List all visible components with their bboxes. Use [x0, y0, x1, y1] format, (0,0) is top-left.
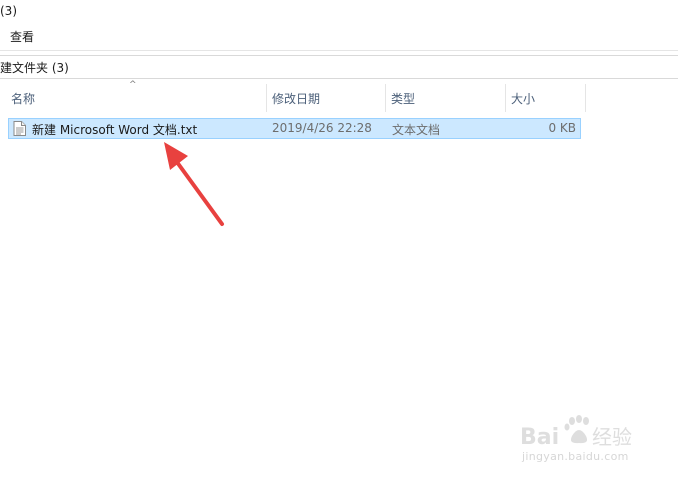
red-arrow-icon [164, 142, 224, 226]
breadcrumb[interactable]: 建文件夹 (3) [0, 59, 69, 76]
file-explorer-window: (3) 查看 建文件夹 (3) ^ 名称 修改日期 类型 大小 新建 Micro… [0, 0, 678, 481]
column-header-label: 修改日期 [272, 91, 321, 106]
file-row[interactable]: 新建 Microsoft Word 文档.txt 2019/4/26 22:28… [8, 118, 581, 139]
column-header-label: 大小 [511, 91, 536, 106]
file-modified-date: 2019/4/26 22:28 [272, 121, 372, 135]
column-header-modified[interactable]: 修改日期 [267, 84, 385, 112]
column-header-size[interactable]: 大小 [506, 84, 585, 112]
column-header-type[interactable]: 类型 [386, 84, 505, 112]
column-divider[interactable] [585, 84, 586, 112]
text-file-icon [13, 121, 26, 136]
column-header-name[interactable]: 名称 [6, 84, 266, 112]
baidu-jingyan-logo: Bai 经验 [520, 415, 632, 450]
tab-view[interactable]: 查看 [10, 28, 34, 45]
column-header-label: 类型 [391, 91, 416, 106]
column-header-label: 名称 [11, 91, 36, 106]
window-title: (3) [0, 4, 17, 18]
file-type: 文本文档 [392, 123, 441, 137]
ribbon-divider [0, 50, 678, 51]
svg-text:经验: 经验 [592, 425, 632, 449]
watermark: Bai 经验 jingyan.baidu.com [520, 402, 670, 472]
address-bar[interactable]: 建文件夹 (3) [0, 55, 678, 79]
svg-text:Bai: Bai [520, 425, 559, 450]
watermark-url: jingyan.baidu.com [522, 450, 629, 463]
file-size: 0 KB [548, 121, 576, 135]
